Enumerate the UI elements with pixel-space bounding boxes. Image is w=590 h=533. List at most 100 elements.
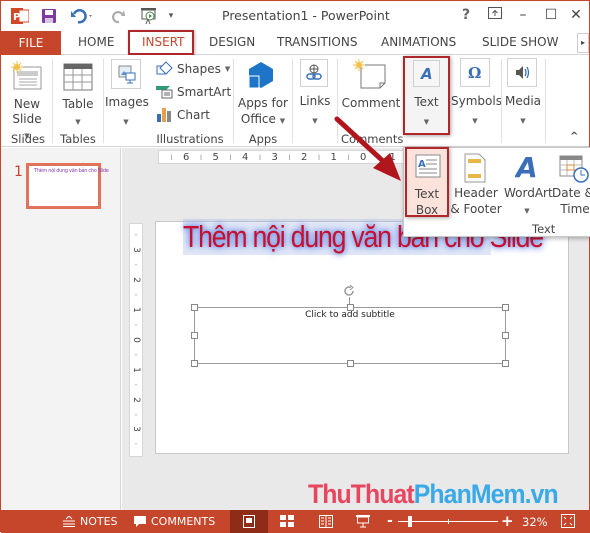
shapes-label: Shapes — [177, 61, 221, 76]
resize-handle[interactable] — [191, 360, 198, 367]
resize-handle[interactable] — [502, 332, 509, 339]
group-label-tables: Tables — [60, 132, 96, 146]
ruler-tick: - — [134, 379, 138, 390]
help-icon[interactable]: ? — [456, 7, 476, 23]
tab-transitions[interactable]: TRANSITIONS — [277, 35, 357, 49]
slide-show-button[interactable] — [356, 515, 370, 531]
start-from-beginning-icon[interactable] — [138, 6, 160, 26]
images-label: Images — [105, 95, 149, 109]
group-separator — [292, 59, 293, 143]
text-group-label: Text — [532, 222, 556, 236]
tab-animations[interactable]: ANIMATIONS — [381, 35, 456, 49]
notes-button[interactable]: NOTES — [63, 515, 118, 528]
resize-handle[interactable] — [347, 304, 354, 311]
resize-handle[interactable] — [502, 360, 509, 367]
links-label: Links — [299, 94, 331, 108]
group-separator — [337, 59, 338, 143]
images-icon — [111, 59, 141, 89]
header-footer-icon — [464, 153, 486, 186]
ruler-number: 1 — [389, 151, 396, 163]
zoom-slider-thumb[interactable] — [408, 516, 413, 527]
maximize-button[interactable]: ☐ — [541, 7, 561, 23]
fit-to-window-icon — [561, 514, 575, 528]
comments-label: COMMENTS — [151, 515, 216, 528]
ruler-tick: ı — [258, 151, 262, 163]
symbols-label: Symbols — [451, 94, 502, 108]
thumbnail-title: Thêm nội dung văn bản cho Slide — [34, 168, 109, 174]
tab-insert[interactable]: INSERT — [142, 35, 185, 49]
dropdown-arrow-icon: ▼ — [472, 117, 478, 125]
comments-icon — [134, 515, 146, 527]
collapse-ribbon-icon[interactable]: ^ — [570, 131, 578, 142]
minimize-button[interactable]: – — [513, 7, 533, 23]
text-box-button[interactable]: A Text Box — [405, 147, 449, 217]
ruler-tick: ı — [317, 151, 321, 163]
group-label-comments: Comments — [341, 132, 404, 146]
watermark-part1: ThuThuat — [308, 479, 415, 509]
chart-button[interactable]: Chart — [156, 107, 210, 122]
ruler-tick: - — [134, 230, 138, 241]
dropdown-arrow-icon: ▼ — [524, 207, 530, 215]
zoom-percent[interactable]: 32% — [522, 515, 548, 529]
vertical-ruler: - 3 - 2 - 1 - 0 - 1 - 2 - 3 - — [129, 223, 143, 457]
reading-view-button[interactable] — [319, 515, 333, 531]
date-time-label: Date & — [552, 186, 590, 200]
slide-sorter-button[interactable] — [280, 515, 294, 531]
zoom-in-button[interactable]: + — [501, 512, 514, 530]
ruler-tick: ı — [376, 151, 380, 163]
comment-icon — [353, 59, 387, 92]
resize-handle[interactable] — [191, 304, 198, 311]
tab-slide-show[interactable]: SLIDE SHOW — [482, 35, 558, 49]
text-button[interactable]: A Text ▼ — [403, 56, 450, 135]
redo-icon[interactable] — [109, 6, 127, 26]
normal-view-button[interactable] — [230, 510, 268, 533]
svg-text:A: A — [515, 152, 538, 182]
notes-label: NOTES — [80, 515, 118, 528]
powerpoint-window: P ▾ Presentation1 - PowerPoint ? – ☐ ✕ F… — [0, 0, 590, 533]
shapes-button[interactable]: Shapes ▼ — [156, 61, 230, 76]
chart-label: Chart — [177, 107, 210, 122]
resize-handle[interactable] — [502, 304, 509, 311]
ruler-number: 3 — [271, 151, 278, 163]
powerpoint-logo-icon[interactable]: P — [10, 6, 30, 26]
ruler-number: 1 — [130, 366, 141, 373]
tab-design[interactable]: DESIGN — [209, 35, 255, 49]
tab-scroll-right-button[interactable]: ▸ — [577, 33, 589, 53]
slide-show-icon — [356, 515, 370, 528]
text-box-label-2: Box — [415, 203, 439, 217]
zoom-slider[interactable] — [398, 516, 498, 527]
ruler-number: 0 — [360, 151, 367, 163]
ruler-tick: ı — [229, 151, 232, 163]
text-box-icon: A — [415, 154, 441, 181]
dropdown-arrow-icon: ▼ — [312, 117, 318, 125]
customize-qat-icon[interactable]: ▾ — [165, 6, 177, 26]
ruler-number: 1 — [130, 307, 141, 313]
tab-file[interactable]: FILE — [1, 31, 61, 55]
group-separator — [545, 59, 546, 143]
save-icon[interactable] — [39, 6, 59, 26]
ruler-tick: - — [134, 290, 138, 301]
resize-handle[interactable] — [347, 360, 354, 367]
smartart-button[interactable]: SmartArt — [156, 84, 231, 99]
ribbon-tabs: FILE HOME INSERT DESIGN TRANSITIONS ANIM… — [1, 30, 589, 55]
header-footer-label-2: & Footer — [450, 202, 502, 216]
fit-to-window-button[interactable] — [561, 514, 575, 531]
close-button[interactable]: ✕ — [566, 7, 586, 23]
wordart-label: WordArt — [504, 186, 553, 200]
chart-icon — [157, 108, 171, 122]
table-icon — [63, 63, 93, 94]
tab-home[interactable]: HOME — [78, 35, 114, 49]
undo-icon[interactable] — [69, 6, 97, 26]
ruler-number: 2 — [130, 396, 141, 403]
status-bar: NOTES COMMENTS - + 32% — [1, 510, 590, 533]
table-label: Table — [62, 97, 94, 111]
group-separator — [103, 59, 104, 143]
wordart-icon: A — [514, 151, 541, 185]
svg-text:Ω: Ω — [468, 64, 481, 82]
slide-thumbnail[interactable]: Thêm nội dung văn bản cho Slide — [26, 163, 109, 209]
ribbon-display-options-icon[interactable] — [485, 7, 505, 22]
zoom-out-button[interactable]: - — [387, 513, 393, 529]
comments-button[interactable]: COMMENTS — [134, 515, 215, 528]
subtitle-placeholder[interactable]: Click to add subtitle — [191, 304, 509, 367]
resize-handle[interactable] — [191, 332, 198, 339]
